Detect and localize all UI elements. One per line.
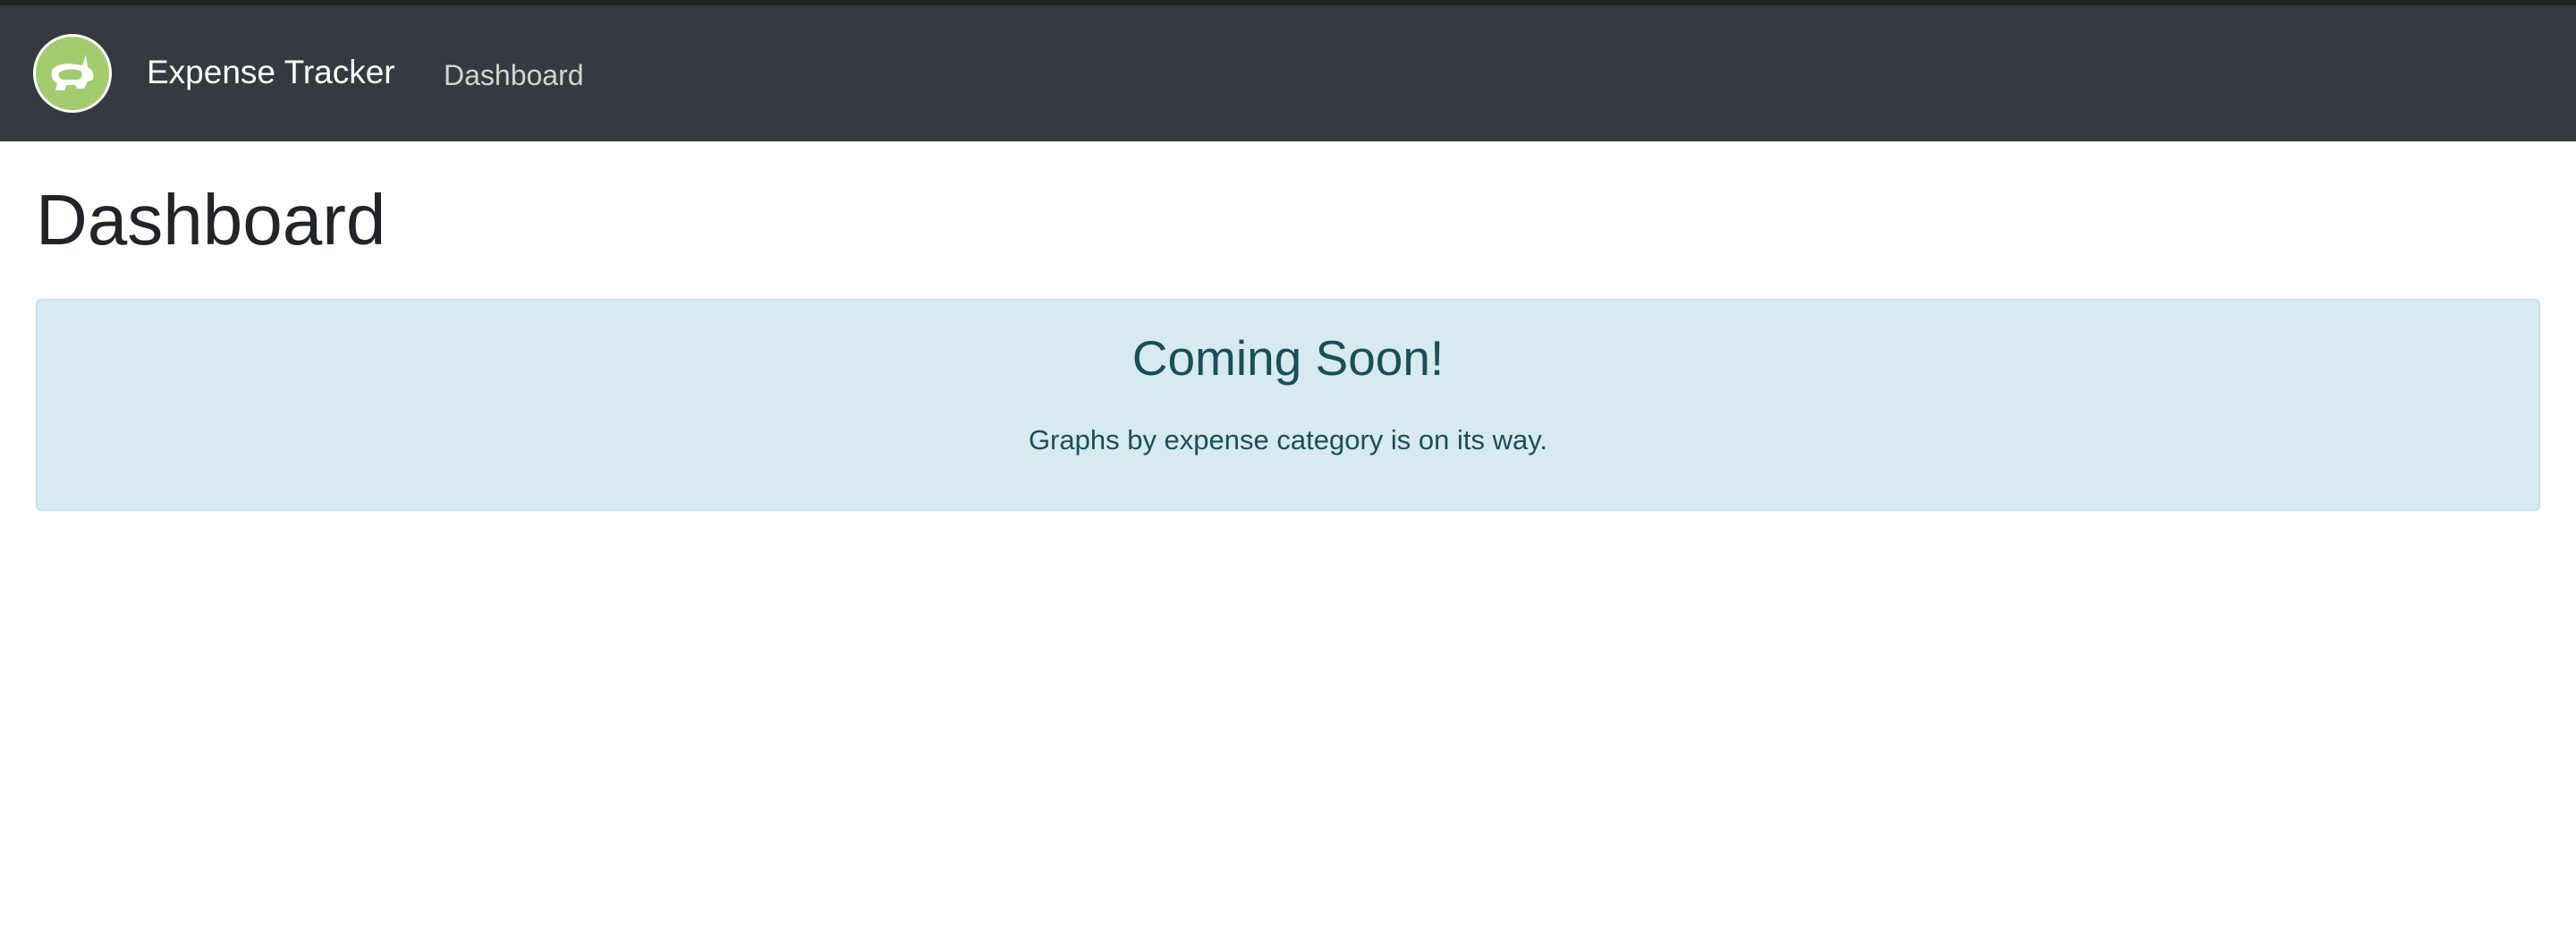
- alert-heading: Coming Soon!: [1131, 330, 1445, 386]
- nav-link-dashboard[interactable]: Dashboard: [444, 59, 584, 92]
- piggy-bank-icon[interactable]: [33, 34, 112, 113]
- brand-title[interactable]: Expense Tracker: [147, 54, 395, 91]
- alert-message: Graphs by expense category is on its way…: [1028, 424, 1548, 455]
- page-title: Dashboard: [36, 180, 386, 260]
- coming-soon-alert: Coming Soon! Graphs by expense category …: [36, 299, 2540, 511]
- navbar: Expense Tracker Dashboard: [0, 5, 2576, 141]
